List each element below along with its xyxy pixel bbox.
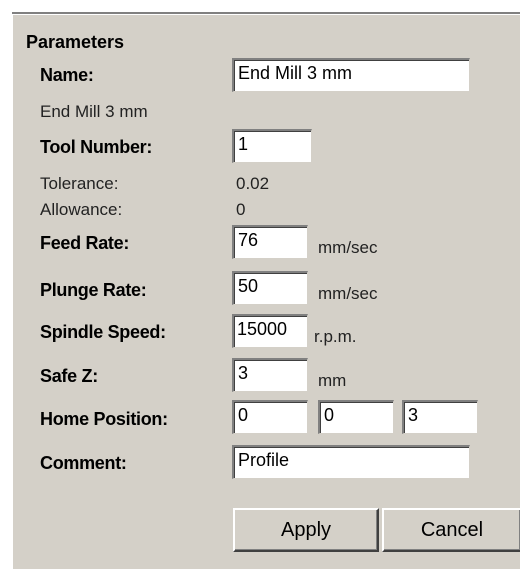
plunge-rate-unit: mm/sec xyxy=(318,284,378,303)
feed-rate-field[interactable]: 76 xyxy=(232,225,308,259)
tolerance-label: Tolerance: xyxy=(40,174,119,193)
safe-z-label: Safe Z: xyxy=(40,366,98,386)
feed-rate-label: Feed Rate: xyxy=(40,233,130,253)
spindle-speed-unit: r.p.m. xyxy=(314,327,357,346)
name-display: End Mill 3 mm xyxy=(40,102,148,121)
tolerance-value: 0.02 xyxy=(236,174,270,193)
allowance-value: 0 xyxy=(236,200,246,219)
home-position-z-field[interactable]: 3 xyxy=(402,400,478,434)
safe-z-field[interactable]: 3 xyxy=(232,358,308,392)
plunge-rate-label: Plunge Rate: xyxy=(40,280,147,300)
name-label: Name: xyxy=(40,65,94,85)
safe-z-unit: mm xyxy=(318,371,347,390)
parameters-heading: Parameters xyxy=(26,32,125,52)
home-position-x-field[interactable]: 0 xyxy=(232,400,308,434)
comment-label: Comment: xyxy=(40,453,127,473)
spindle-speed-label: Spindle Speed: xyxy=(40,322,166,342)
tool-number-label: Tool Number: xyxy=(40,137,153,157)
allowance-label: Allowance: xyxy=(40,200,123,219)
plunge-rate-field[interactable]: 50 xyxy=(232,271,308,305)
name-field[interactable]: End Mill 3 mm xyxy=(232,58,470,92)
comment-field[interactable]: Profile xyxy=(232,445,470,479)
tool-number-field[interactable]: 1 xyxy=(232,129,312,163)
apply-button[interactable]: Apply xyxy=(233,508,379,552)
spindle-speed-field[interactable]: 15000 xyxy=(232,314,308,348)
cancel-button[interactable]: Cancel xyxy=(382,508,520,552)
feed-rate-unit: mm/sec xyxy=(318,238,378,257)
home-position-y-field[interactable]: 0 xyxy=(318,400,394,434)
home-position-label: Home Position: xyxy=(40,409,168,429)
